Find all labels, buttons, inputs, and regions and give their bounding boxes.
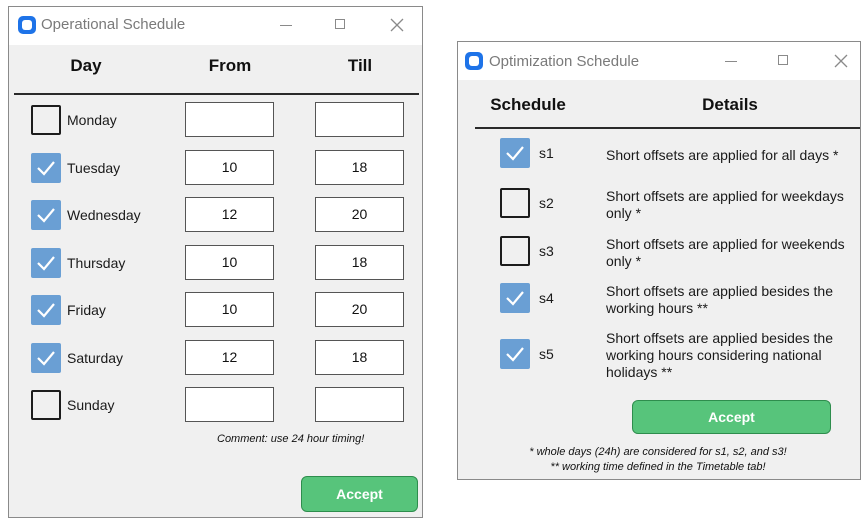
from-input-tuesday[interactable]: 10 [185, 149, 274, 185]
day-label-wednesday: Wednesday [67, 207, 141, 223]
timing-comment: Comment: use 24 hour timing! [217, 433, 365, 445]
check-icon [506, 291, 524, 306]
check-icon [506, 347, 524, 362]
checkbox-friday[interactable] [31, 295, 61, 325]
till-input-thursday[interactable]: 18 [315, 244, 404, 280]
app-icon [18, 16, 36, 34]
schedule-id-s4: s4 [539, 290, 554, 306]
day-label-saturday: Saturday [67, 349, 124, 366]
day-label-friday: Friday [67, 302, 106, 318]
day-label-thursday: Thursday [67, 254, 126, 271]
header-till: Till [347, 56, 373, 75]
till-input-friday[interactable]: 20 [315, 292, 404, 327]
operational-schedule-window: Operational Schedule Day From Till Monda… [8, 6, 423, 518]
check-icon [37, 255, 55, 271]
check-icon [506, 146, 524, 161]
check-icon [37, 208, 55, 223]
day-label-tuesday: Tuesday [67, 159, 121, 176]
accept-button[interactable]: Accept [301, 476, 418, 512]
header-from: From [208, 56, 252, 75]
checkbox-thursday[interactable] [31, 247, 61, 278]
checkbox-s2[interactable] [500, 188, 530, 218]
header-day: Day [70, 56, 102, 75]
schedule-id-s2: s2 [539, 195, 554, 211]
accept-button[interactable]: Accept [632, 400, 831, 434]
checkbox-s3[interactable] [500, 236, 530, 266]
checkbox-wednesday[interactable] [31, 200, 61, 230]
checkbox-s1[interactable] [500, 138, 530, 168]
footnote-2: ** working time defined in the Timetable… [550, 461, 766, 473]
from-input-friday[interactable]: 10 [185, 292, 274, 327]
header-schedule: Schedule [490, 95, 566, 114]
from-input-thursday[interactable]: 10 [185, 244, 274, 280]
schedule-details-s3: Short offsets are applied for weekends o… [606, 236, 845, 269]
footnote-1: * whole days (24h) are considered for s1… [529, 446, 787, 458]
from-input-wednesday[interactable]: 12 [185, 197, 274, 232]
checkbox-monday[interactable] [31, 105, 61, 135]
from-input-sunday[interactable] [185, 387, 274, 422]
optimization-schedule-window: Optimization Schedule Schedule Details s… [457, 41, 861, 480]
app-icon [465, 52, 483, 70]
schedule-details-s4: Short offsets are applied besides the wo… [606, 283, 834, 316]
till-input-saturday[interactable]: 18 [315, 339, 404, 375]
checkbox-s5[interactable] [500, 339, 530, 369]
checkbox-s4[interactable] [500, 283, 530, 313]
title-bar: Optimization Schedule [458, 42, 860, 80]
title-bar: Operational Schedule [9, 7, 422, 45]
window-title: Operational Schedule [41, 16, 186, 33]
check-icon [37, 303, 55, 318]
schedule-details-s1: Short offsets are applied for all days * [606, 147, 839, 163]
header-divider [475, 127, 860, 129]
checkbox-saturday[interactable] [31, 342, 61, 373]
schedule-details-s2: Short offsets are applied for weekdays o… [606, 188, 844, 221]
schedule-details-s5: Short offsets are applied besides the wo… [606, 330, 834, 380]
schedule-id-s5: s5 [539, 346, 554, 362]
checkbox-tuesday[interactable] [31, 152, 61, 183]
schedule-id-s1: s1 [539, 145, 554, 161]
from-input-monday[interactable] [185, 102, 274, 137]
till-input-tuesday[interactable]: 18 [315, 149, 404, 185]
till-input-sunday[interactable] [315, 387, 404, 422]
check-icon [37, 350, 55, 366]
window-title: Optimization Schedule [489, 53, 640, 70]
till-input-monday[interactable] [315, 102, 404, 137]
header-divider [14, 93, 419, 95]
check-icon [37, 160, 55, 176]
checkbox-sunday[interactable] [31, 390, 61, 420]
till-input-wednesday[interactable]: 20 [315, 197, 404, 232]
day-label-monday: Monday [67, 112, 117, 128]
schedule-id-s3: s3 [539, 243, 554, 259]
header-details: Details [702, 95, 758, 114]
day-label-sunday: Sunday [67, 397, 115, 413]
from-input-saturday[interactable]: 12 [185, 339, 274, 375]
